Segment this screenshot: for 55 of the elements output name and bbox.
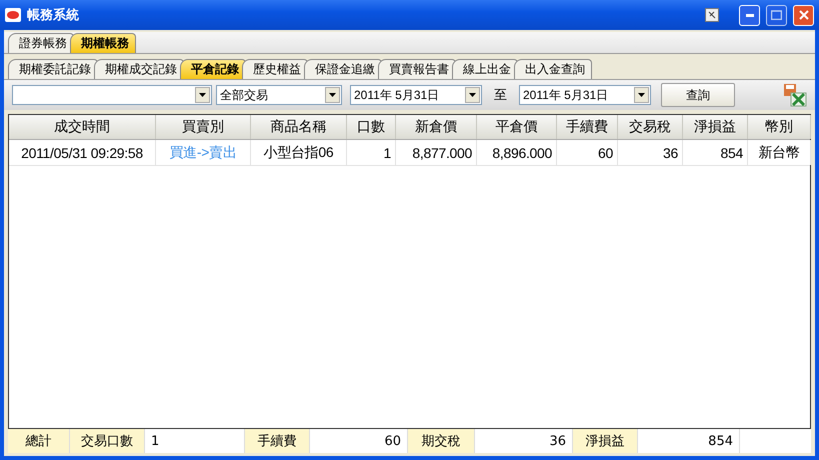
column-header[interactable]: 買賣別 <box>156 115 251 139</box>
column-header[interactable]: 手續費 <box>557 115 618 139</box>
table-cell: 8,877.000 <box>396 140 477 165</box>
pin-icon[interactable] <box>705 8 719 22</box>
summary-value: 60 <box>310 429 408 453</box>
end-date-picker[interactable]: 2011年 5月31日 <box>519 85 651 105</box>
record-tab[interactable]: 期權成交記錄 <box>94 59 184 79</box>
trade-type-dropdown[interactable]: 全部交易 <box>216 85 342 105</box>
query-button[interactable]: 查詢 <box>661 83 735 107</box>
column-header[interactable]: 平倉價 <box>477 115 557 139</box>
column-header[interactable]: 新倉價 <box>396 115 477 139</box>
column-header[interactable]: 交易稅 <box>618 115 683 139</box>
table-cell: 小型台指06 <box>251 140 347 165</box>
maximize-button[interactable] <box>766 4 787 26</box>
record-tab[interactable]: 線上出金 <box>452 59 518 79</box>
summary-label: 總計 <box>8 429 70 453</box>
maximize-icon <box>771 10 782 20</box>
table-cell: 8,896.000 <box>477 140 557 165</box>
table-cell: 854 <box>683 140 748 165</box>
record-tab[interactable]: 保證金追繳 <box>304 59 382 79</box>
summary-value: 1 <box>145 429 245 453</box>
close-icon <box>798 10 808 20</box>
table-cell: 60 <box>557 140 618 165</box>
column-header[interactable]: 商品名稱 <box>251 115 347 139</box>
summary-label: 淨損益 <box>573 429 638 453</box>
minimize-button[interactable] <box>739 4 760 26</box>
table-cell: 買進->賣出 <box>156 140 251 165</box>
to-label: 至 <box>493 87 508 104</box>
table-cell: 1 <box>347 140 396 165</box>
record-tab[interactable]: 期權委託記錄 <box>8 59 98 79</box>
account-tab[interactable]: 證券帳務 <box>8 33 74 53</box>
window-title: 帳務系統 <box>27 6 80 24</box>
summary-label: 手續費 <box>245 429 310 453</box>
summary-value: 854 <box>638 429 740 453</box>
minimize-icon <box>746 14 754 16</box>
account-dropdown[interactable] <box>12 85 212 105</box>
column-header[interactable]: 幣別 <box>748 115 811 139</box>
record-tab[interactable]: 歷史權益 <box>242 59 308 79</box>
summary-label: 交易口數 <box>70 429 145 453</box>
app-logo-icon <box>5 8 21 22</box>
start-date-picker[interactable]: 2011年 5月31日 <box>350 85 482 105</box>
close-button[interactable] <box>793 4 814 26</box>
account-tab[interactable]: 期權帳務 <box>70 33 136 53</box>
summary-label: 期交稅 <box>408 429 475 453</box>
table-cell: 2011/05/31 09:29:58 <box>9 140 156 165</box>
summary-value: 36 <box>475 429 573 453</box>
table-cell: 36 <box>618 140 683 165</box>
column-header[interactable]: 成交時間 <box>9 115 156 139</box>
export-excel-icon[interactable] <box>783 83 807 107</box>
column-header[interactable]: 淨損益 <box>683 115 748 139</box>
record-tab[interactable]: 買賣報告書 <box>378 59 456 79</box>
table-cell: 新台幣 <box>748 140 811 165</box>
record-tab[interactable]: 出入金查詢 <box>514 59 592 79</box>
record-tab[interactable]: 平倉記錄 <box>180 59 246 79</box>
column-header[interactable]: 口數 <box>347 115 396 139</box>
